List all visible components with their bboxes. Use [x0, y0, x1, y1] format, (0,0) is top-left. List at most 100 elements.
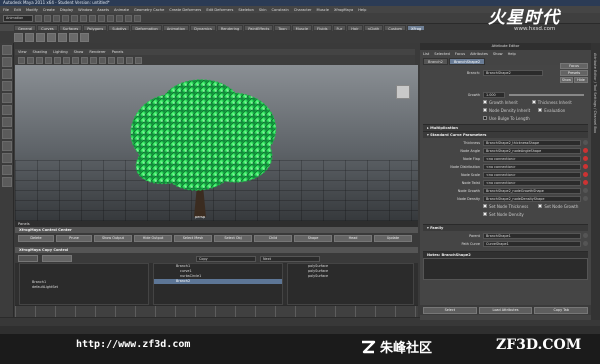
hide-button[interactable]: Hide: [574, 76, 588, 83]
wireframe-icon[interactable]: [81, 56, 88, 64]
menu-display[interactable]: Display: [60, 8, 73, 12]
copy-tab-button[interactable]: Copy Tab: [534, 306, 589, 314]
ae-menu-selected[interactable]: Selected: [434, 52, 450, 56]
shelf-tab-fluids[interactable]: Fluids: [313, 24, 332, 31]
shelf-tab-toon[interactable]: Toon: [274, 24, 291, 31]
lasso-tool-icon[interactable]: [2, 57, 12, 67]
list-item[interactable]: defaultLightSet: [20, 285, 148, 290]
last-tool-icon[interactable]: [2, 129, 12, 139]
shelf-tab-polygons[interactable]: Polygons: [83, 24, 108, 31]
enable-button[interactable]: [42, 255, 72, 262]
shelf-tab-animation[interactable]: Animation: [162, 24, 190, 31]
tab-branchshape2[interactable]: BranchShape2: [448, 57, 486, 65]
shadows-icon[interactable]: [117, 56, 124, 64]
viewcube-icon[interactable]: [396, 85, 410, 99]
copy-type-swatch[interactable]: [18, 255, 38, 262]
panel-menu-view[interactable]: View: [18, 50, 27, 54]
presets-button[interactable]: Presets: [560, 69, 588, 76]
param-field[interactable]: BranchShape1: [483, 232, 581, 239]
update-button[interactable]: Update: [374, 235, 412, 242]
select-mesh-button[interactable]: Select Mesh: [174, 235, 212, 242]
select-hierarchy-icon[interactable]: [62, 14, 69, 22]
image-plane-icon[interactable]: [45, 56, 52, 64]
command-line[interactable]: [0, 326, 600, 334]
focus-button[interactable]: Focus: [560, 62, 588, 69]
xfrog-branch-icon[interactable]: [14, 32, 23, 42]
notes-field[interactable]: [423, 258, 588, 280]
param-field[interactable]: BranchShape2_nodeDensityShape: [483, 195, 581, 202]
ae-menu-help[interactable]: Help: [508, 52, 516, 56]
layout-single-icon[interactable]: [2, 141, 12, 151]
menu-assets[interactable]: Assets: [97, 8, 109, 12]
shelf-tab-hair[interactable]: Hair: [347, 24, 363, 31]
next-dropdown[interactable]: Next: [260, 255, 320, 262]
param-field[interactable]: BranchShape2_nodeAngleShape: [483, 147, 581, 154]
panel-menu-renderer[interactable]: Renderer: [89, 50, 105, 54]
growth-field[interactable]: 1.000: [483, 91, 505, 98]
snap-grid-icon[interactable]: [89, 14, 96, 22]
hide-output-button[interactable]: Hide Output: [134, 235, 172, 242]
head-button[interactable]: Head: [334, 235, 372, 242]
xfrog-hydra-icon[interactable]: [47, 32, 56, 42]
section-family[interactable]: ▾ Family: [423, 224, 588, 231]
menu-window[interactable]: Window: [78, 8, 92, 12]
time-slider[interactable]: [15, 305, 418, 318]
rotate-tool-icon[interactable]: [2, 93, 12, 103]
viewport-persp[interactable]: persp: [15, 65, 418, 221]
layout-two-icon[interactable]: [2, 165, 12, 175]
render-settings-icon[interactable]: [134, 14, 141, 22]
menu-geometry-cache[interactable]: Geometry Cache: [134, 8, 164, 12]
shelf-tab-ncloth[interactable]: nCloth: [363, 24, 384, 31]
shelf-tab-surfaces[interactable]: Surfaces: [58, 24, 83, 31]
film-gate-icon[interactable]: [63, 56, 70, 64]
shelf-tab-curves[interactable]: Curves: [37, 24, 58, 31]
lights-icon[interactable]: [108, 56, 115, 64]
side-panel-strip[interactable]: Attribute Editor / Tool Settings / Chann…: [591, 43, 600, 320]
snap-curve-icon[interactable]: [98, 14, 105, 22]
param-field[interactable]: <no connection>: [483, 155, 581, 162]
param-field[interactable]: <no connection>: [483, 163, 581, 170]
evaluation-checkbox[interactable]: Evaluation: [538, 108, 565, 113]
node-density-inherit-checkbox[interactable]: Node Density Inherit: [483, 108, 530, 113]
xfrog-phyllotaxis-icon[interactable]: [25, 32, 34, 42]
select-tool-icon[interactable]: [2, 45, 12, 55]
snap-point-icon[interactable]: [107, 14, 114, 22]
connection-icon[interactable]: [583, 140, 588, 145]
menu-character[interactable]: Character: [294, 8, 312, 12]
delete-button[interactable]: Delete: [18, 235, 54, 242]
menu-xfrogmaya[interactable]: XfrogMaya: [334, 8, 353, 12]
panel-menu-lighting[interactable]: Lighting: [53, 50, 68, 54]
section-multiplication[interactable]: ▸ Multiplication: [423, 124, 588, 131]
paint-select-tool-icon[interactable]: [2, 69, 12, 79]
select-component-icon[interactable]: [80, 14, 87, 22]
xray-icon[interactable]: [126, 56, 133, 64]
ae-menu-attributes[interactable]: Attributes: [470, 52, 488, 56]
connection-icon[interactable]: [583, 241, 588, 246]
camera-icon[interactable]: [18, 56, 25, 64]
ae-menu-show[interactable]: Show: [493, 52, 503, 56]
growth-inherit-checkbox[interactable]: Growth Inherit: [483, 100, 518, 105]
show-output-button[interactable]: Show Output: [94, 235, 132, 242]
shape-button[interactable]: Shape: [294, 235, 332, 242]
panel-menu-panels[interactable]: Panels: [112, 50, 124, 54]
shelf-tab-fur[interactable]: Fur: [332, 24, 347, 31]
section-standard-curve[interactable]: ▾ Standard Curve Parameters: [423, 131, 588, 138]
connection-icon[interactable]: [583, 164, 588, 169]
set-node-density-checkbox[interactable]: Set Node Density: [483, 212, 524, 217]
layout-outliner-icon[interactable]: [2, 177, 12, 187]
select-button[interactable]: Select: [423, 306, 477, 314]
use-bulge-checkbox[interactable]: Use Bulge To Length: [483, 116, 530, 121]
prune-button[interactable]: Prune: [56, 235, 92, 242]
menu-help[interactable]: Help: [358, 8, 366, 12]
menu-edit-deformers[interactable]: Edit Deformers: [206, 8, 233, 12]
menu-file[interactable]: File: [3, 8, 9, 12]
xfrog-leaf-icon[interactable]: [80, 32, 89, 42]
set-node-growth-checkbox[interactable]: Set Node Growth: [538, 204, 578, 209]
open-scene-icon[interactable]: [44, 14, 51, 22]
shelf-tab-dynamics[interactable]: Dynamics: [190, 24, 216, 31]
xfrog-tree-icon[interactable]: [36, 32, 45, 42]
tab-branch2[interactable]: Branch2: [423, 57, 448, 65]
notes-header[interactable]: Notes: BranchShape2: [423, 251, 588, 258]
resolution-gate-icon[interactable]: [72, 56, 79, 64]
tree-model[interactable]: [110, 75, 290, 221]
